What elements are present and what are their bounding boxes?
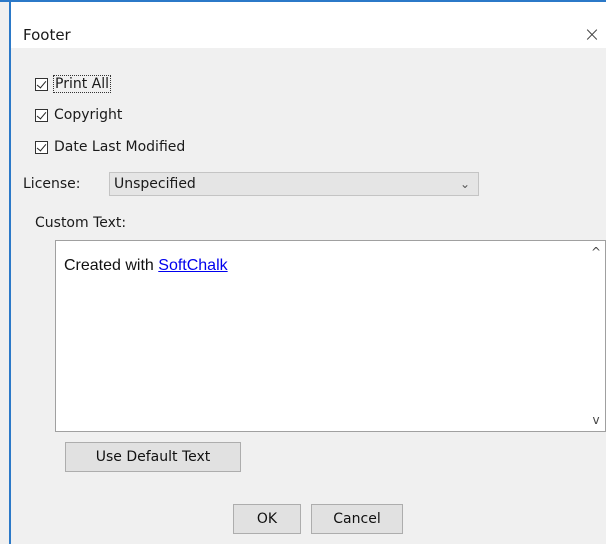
- checkbox-date-last-modified[interactable]: Date Last Modified: [35, 137, 185, 157]
- license-select[interactable]: Unspecified ⌄: [109, 172, 479, 196]
- scroll-up-icon[interactable]: ^: [587, 243, 605, 261]
- license-label: License:: [23, 176, 81, 192]
- checkbox-print-all[interactable]: Print All: [35, 74, 112, 94]
- checkbox-checked-icon[interactable]: [35, 77, 48, 91]
- checkbox-copyright[interactable]: Copyright: [35, 105, 122, 125]
- license-selected-value: Unspecified: [114, 176, 196, 192]
- custom-text-label: Custom Text:: [35, 215, 127, 231]
- ok-button[interactable]: OK: [233, 504, 301, 534]
- checkbox-checked-icon[interactable]: [35, 108, 48, 122]
- custom-text-content[interactable]: Created with SoftChalk: [64, 257, 228, 275]
- checkbox-label: Print All: [52, 75, 112, 93]
- checkbox-checked-icon[interactable]: [35, 140, 48, 154]
- custom-text-editor[interactable]: Created with SoftChalk ^ v: [55, 240, 606, 432]
- title-bar[interactable]: Footer ×: [11, 2, 606, 48]
- dialog-title: Footer: [23, 26, 71, 44]
- vertical-scrollbar[interactable]: ^ v: [587, 241, 605, 431]
- custom-text-prefix: Created with: [64, 257, 159, 274]
- softchalk-link[interactable]: SoftChalk: [158, 257, 227, 274]
- checkbox-label: Copyright: [54, 107, 123, 123]
- close-icon[interactable]: ×: [582, 24, 602, 44]
- chevron-down-icon[interactable]: ⌄: [460, 173, 470, 195]
- use-default-text-button[interactable]: Use Default Text: [65, 442, 241, 472]
- dialog-body: Print All Copyright Date Last Modified L…: [11, 48, 606, 544]
- scroll-down-icon[interactable]: v: [587, 411, 605, 429]
- checkbox-label: Date Last Modified: [54, 139, 186, 155]
- cancel-button[interactable]: Cancel: [311, 504, 403, 534]
